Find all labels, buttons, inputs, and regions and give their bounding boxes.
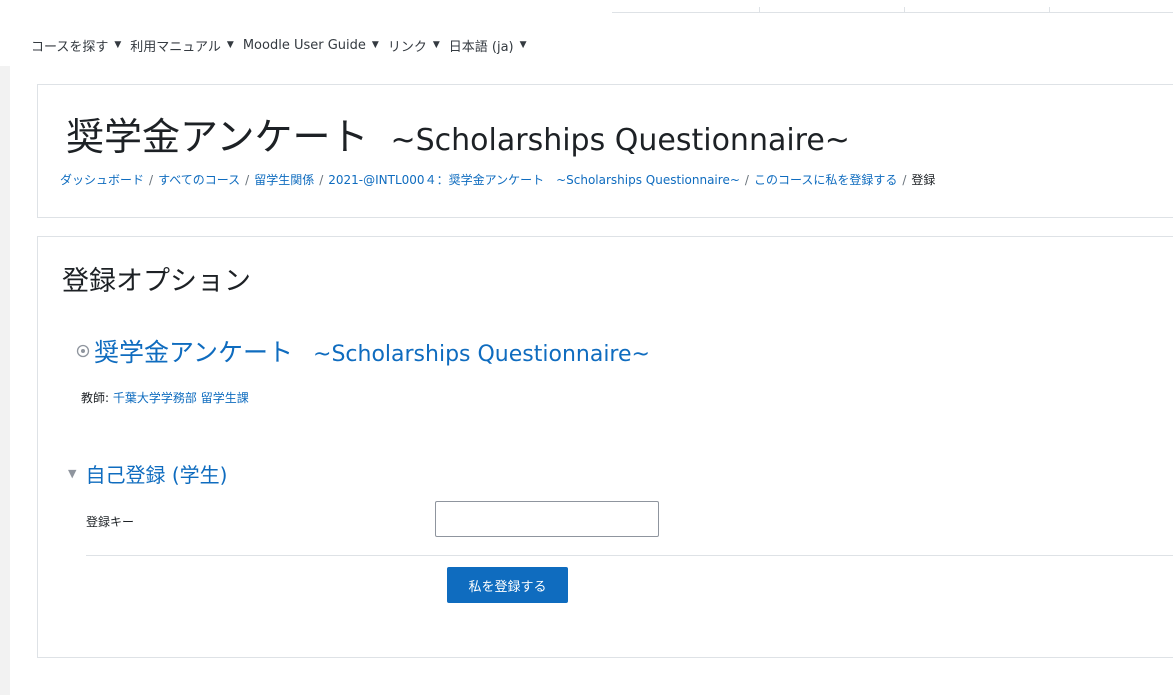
breadcrumb-all-courses[interactable]: すべてのコース bbox=[158, 173, 240, 187]
teacher-link[interactable]: 千葉大学学務部 留学生課 bbox=[113, 391, 249, 405]
course-name-en: ~Scholarships Questionnaire~ bbox=[313, 342, 650, 367]
page-title-en: ~Scholarships Questionnaire~ bbox=[390, 123, 850, 158]
breadcrumb-current: 登録 bbox=[911, 173, 936, 187]
teacher-info: 教師: 千葉大学学務部 留学生課 bbox=[81, 389, 249, 406]
course-name-ja: 奨学金アンケート bbox=[94, 338, 294, 367]
breadcrumb-course[interactable]: 2021-@INTL000４：奨学金アンケート ~Scholarships Qu… bbox=[328, 173, 740, 187]
caret-down-icon: ▼ bbox=[114, 40, 122, 50]
collapse-triangle-icon: ▼ bbox=[68, 467, 77, 480]
enrol-key-input[interactable] bbox=[435, 501, 659, 537]
top-navbar: コースを探す ▼ 利用マニュアル ▼ Moodle User Guide ▼ リ… bbox=[0, 30, 536, 60]
caret-down-icon: ▼ bbox=[519, 40, 527, 50]
self-enrol-title: 自己登録 (学生) bbox=[85, 463, 228, 487]
caret-down-icon: ▼ bbox=[432, 40, 440, 50]
nav-links-label: リンク bbox=[387, 39, 427, 55]
breadcrumb-enrol-me[interactable]: このコースに私を登録する bbox=[754, 173, 897, 187]
top-divider bbox=[612, 7, 1173, 13]
nav-links[interactable]: リンク ▼ bbox=[388, 36, 440, 55]
caret-down-icon: ▼ bbox=[226, 40, 234, 50]
breadcrumb-separator: / bbox=[245, 173, 250, 187]
course-name-link[interactable]: 奨学金アンケート ~Scholarships Questionnaire~ bbox=[94, 333, 650, 369]
enrol-key-label: 登録キー bbox=[86, 515, 135, 529]
nav-find-course-label: コースを探す bbox=[31, 39, 109, 55]
nav-user-guide-label: Moodle User Guide bbox=[242, 37, 366, 53]
left-drawer-edge bbox=[0, 66, 10, 695]
breadcrumb-separator: / bbox=[149, 173, 154, 187]
main-content: 登録オプション 奨学金アンケート ~Scholarships Questionna… bbox=[37, 236, 1173, 658]
teacher-label: 教師: bbox=[81, 391, 110, 405]
section-title: 登録オプション bbox=[62, 266, 251, 297]
nav-user-guide[interactable]: Moodle User Guide ▼ bbox=[243, 38, 379, 53]
page-header: 奨学金アンケート ~Scholarships Questionnaire~ ダッシ… bbox=[37, 84, 1173, 218]
breadcrumb-separator: / bbox=[902, 173, 907, 187]
form-divider bbox=[86, 555, 1173, 556]
nav-find-course[interactable]: コースを探す ▼ bbox=[31, 36, 121, 55]
course-icon bbox=[76, 344, 90, 358]
breadcrumb: ダッシュボード / すべてのコース / 留学生関係 / 2021-@INTL000４：奨学金… bbox=[60, 171, 935, 188]
course-info: 奨学金アンケート ~Scholarships Questionnaire~ bbox=[76, 333, 650, 369]
nav-manual[interactable]: 利用マニュアル ▼ bbox=[130, 36, 234, 55]
breadcrumb-category[interactable]: 留学生関係 bbox=[254, 173, 314, 187]
page-title: 奨学金アンケート ~Scholarships Questionnaire~ bbox=[66, 106, 850, 161]
breadcrumb-dashboard[interactable]: ダッシュボード bbox=[60, 173, 144, 187]
nav-language[interactable]: 日本語 (ja) ▼ bbox=[449, 36, 527, 55]
nav-language-label: 日本語 (ja) bbox=[448, 39, 514, 55]
enrol-me-button[interactable]: 私を登録する bbox=[447, 567, 568, 603]
breadcrumb-separator: / bbox=[744, 173, 749, 187]
caret-down-icon: ▼ bbox=[371, 40, 379, 50]
breadcrumb-separator: / bbox=[319, 173, 324, 187]
page-title-ja: 奨学金アンケート bbox=[66, 115, 369, 159]
nav-manual-label: 利用マニュアル bbox=[130, 39, 221, 55]
self-enrol-toggle[interactable]: ▼ 自己登録 (学生) bbox=[68, 459, 227, 488]
